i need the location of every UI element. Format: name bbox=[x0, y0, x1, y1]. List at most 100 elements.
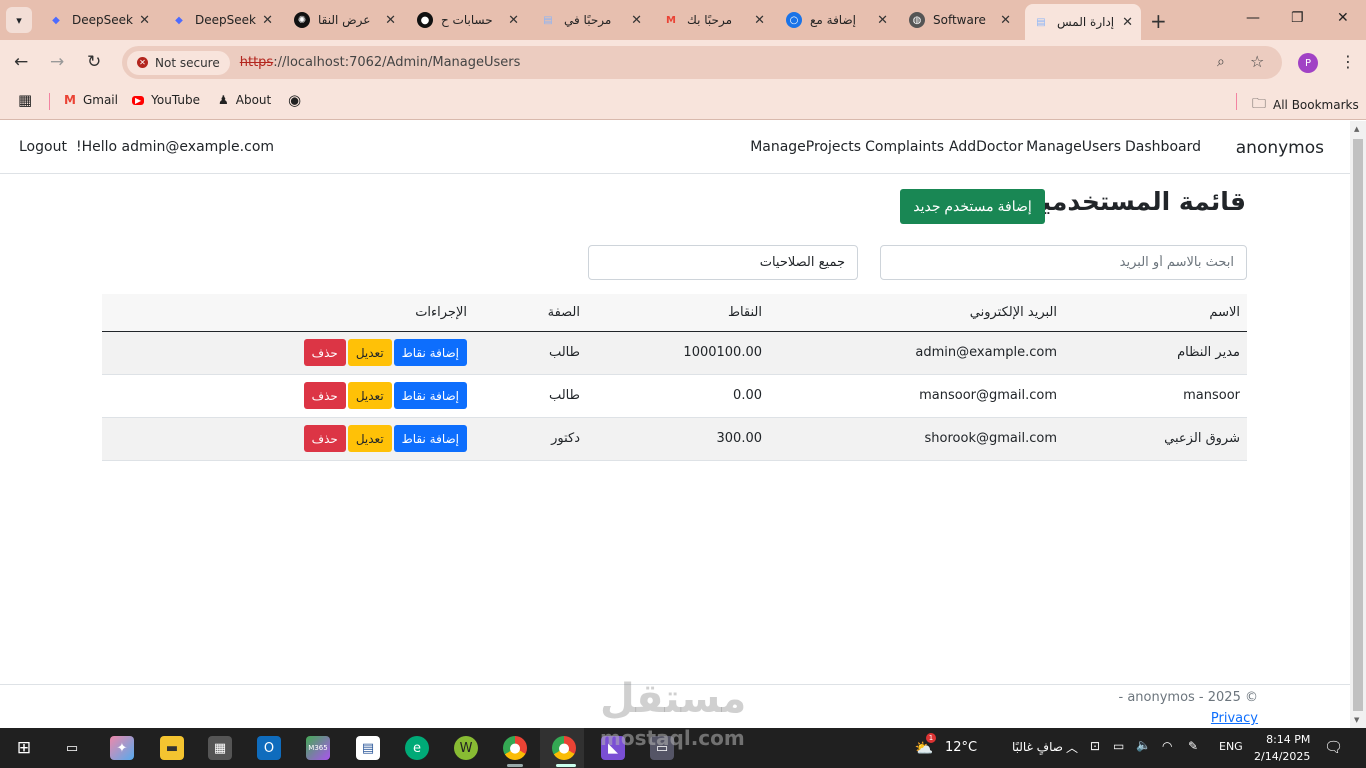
add-points-button[interactable]: إضافة نقاط bbox=[393, 339, 467, 366]
deepseek-icon: ◆ bbox=[175, 14, 183, 26]
bookmark-github[interactable]: ◉ bbox=[288, 91, 301, 109]
logout-link[interactable]: Logout bbox=[19, 139, 67, 155]
volume-icon[interactable]: 🔈 bbox=[1136, 738, 1151, 752]
bookmark-youtube[interactable]: ▶ YouTube bbox=[132, 93, 200, 107]
cell-email: admin@example.com bbox=[769, 331, 1064, 375]
scrollbar-thumb[interactable] bbox=[1353, 139, 1363, 711]
language-indicator[interactable]: ENG bbox=[1219, 740, 1243, 753]
close-icon[interactable]: ✕ bbox=[877, 13, 888, 28]
browser-tab[interactable]: ● حسابات ح ✕ bbox=[409, 6, 527, 34]
edit-button[interactable]: تعديل bbox=[347, 425, 392, 452]
browser-tab[interactable]: ◆ DeepSeek ✕ bbox=[40, 6, 158, 34]
privacy-link[interactable]: Privacy bbox=[1211, 711, 1258, 726]
browser-tab[interactable]: ◆ DeepSeek ✕ bbox=[163, 6, 281, 34]
windows-start-icon[interactable]: ⊞ bbox=[12, 736, 36, 760]
close-window-icon[interactable]: ✕ bbox=[1337, 10, 1349, 26]
delete-button[interactable]: حذف bbox=[303, 339, 346, 366]
browser-tab[interactable]: ○ إضافة مع ✕ bbox=[778, 6, 896, 34]
pen-icon[interactable]: ✎ bbox=[1188, 739, 1198, 753]
browser-tab[interactable]: M مرحبًا بك ✕ bbox=[655, 6, 773, 34]
close-icon[interactable]: ✕ bbox=[262, 13, 273, 28]
outlook-icon[interactable]: O bbox=[257, 736, 281, 760]
page-content: anonymos Dashboard ManageUsers AddDoctor… bbox=[0, 121, 1350, 728]
edit-button[interactable]: تعديل bbox=[347, 339, 392, 366]
close-icon[interactable]: ✕ bbox=[1000, 13, 1011, 28]
browser-tab[interactable]: ◍ Software ✕ bbox=[901, 6, 1019, 34]
close-icon[interactable]: ✕ bbox=[385, 13, 396, 28]
nav-link-manage-users[interactable]: ManageUsers bbox=[1026, 139, 1121, 155]
watermark-logo: مستقل bbox=[600, 676, 747, 722]
tab-title: عرض النقا bbox=[318, 13, 371, 27]
security-chip[interactable]: ✕ Not secure bbox=[127, 50, 230, 75]
battery-icon[interactable]: ▭ bbox=[1113, 739, 1124, 753]
nav-link-dashboard[interactable]: Dashboard bbox=[1125, 139, 1201, 155]
copilot-icon[interactable]: ✦ bbox=[110, 736, 134, 760]
close-icon[interactable]: ✕ bbox=[508, 13, 519, 28]
weather-text[interactable]: صافٍ غالبًا bbox=[1012, 740, 1063, 754]
watermark-subtext: mostaql.com bbox=[600, 726, 745, 750]
weather-temp[interactable]: 12°C bbox=[945, 740, 977, 755]
m365-icon[interactable]: M365 bbox=[306, 736, 330, 760]
apps-icon[interactable]: ▦ bbox=[18, 91, 32, 109]
chrome-icon[interactable]: ● bbox=[503, 736, 527, 760]
store-icon[interactable]: ▦ bbox=[208, 736, 232, 760]
chevron-up-icon[interactable]: ︿ bbox=[1066, 739, 1078, 756]
browser-tab[interactable]: ▤ مرحبًا في ✕ bbox=[532, 6, 650, 34]
delete-button[interactable]: حذف bbox=[303, 425, 346, 452]
restore-icon[interactable]: ❐ bbox=[1291, 10, 1304, 26]
nav-link-complaints[interactable]: Complaints bbox=[865, 139, 944, 155]
tab-title: DeepSeek bbox=[195, 13, 256, 27]
edit-button[interactable]: تعديل bbox=[347, 382, 392, 409]
cell-points: 0.00 bbox=[587, 374, 769, 418]
add-points-button[interactable]: إضافة نقاط bbox=[393, 382, 467, 409]
page-scrollbar[interactable]: ▲ ▼ bbox=[1350, 121, 1366, 728]
browser-tab-active[interactable]: ▤ إدارة المس ✕ bbox=[1025, 4, 1141, 40]
task-view-icon[interactable]: ▭ bbox=[60, 736, 84, 760]
chrome-profile-icon[interactable]: ● bbox=[552, 736, 576, 760]
notification-icon[interactable]: 🗨 bbox=[1324, 738, 1343, 756]
new-tab-icon[interactable]: + bbox=[1150, 9, 1167, 33]
wps-icon[interactable]: W bbox=[454, 736, 478, 760]
file-explorer-icon[interactable]: ▬ bbox=[160, 736, 184, 760]
back-icon[interactable]: ← bbox=[14, 52, 28, 72]
tab-title: إضافة مع bbox=[810, 13, 856, 27]
github-icon: ● bbox=[417, 12, 433, 28]
cell-actions: إضافة نقاط تعديل حذف bbox=[102, 331, 474, 375]
search-input[interactable] bbox=[880, 245, 1247, 280]
profile-avatar[interactable]: P bbox=[1298, 53, 1318, 73]
address-bar[interactable]: ✕ Not secure https://localhost:7062/Admi… bbox=[122, 46, 1282, 79]
camera-icon[interactable]: ⊡ bbox=[1090, 739, 1100, 753]
minimize-icon[interactable]: — bbox=[1246, 10, 1260, 26]
role-filter-select[interactable]: جميع الصلاحيات bbox=[588, 245, 858, 280]
zoom-icon[interactable]: ⌕ bbox=[1217, 54, 1225, 70]
word-icon[interactable]: ▤ bbox=[356, 736, 380, 760]
add-points-button[interactable]: إضافة نقاط bbox=[393, 425, 467, 452]
close-icon[interactable]: ✕ bbox=[1122, 15, 1133, 30]
star-icon[interactable]: ☆ bbox=[1250, 52, 1264, 71]
all-bookmarks[interactable]: 🗀 All Bookmarks bbox=[1252, 93, 1359, 117]
gmail-icon: M bbox=[666, 14, 676, 26]
greeting-link[interactable]: !Hello admin@example.com bbox=[76, 139, 274, 155]
bookmark-about[interactable]: ♟ About bbox=[218, 93, 271, 107]
browser-tab[interactable]: ✺ عرض النقا ✕ bbox=[286, 6, 404, 34]
add-user-button[interactable]: إضافة مستخدم جديد bbox=[900, 189, 1045, 224]
scroll-up-icon[interactable]: ▲ bbox=[1354, 125, 1359, 133]
nav-link-manage-projects[interactable]: ManageProjects bbox=[750, 139, 861, 155]
wifi-icon[interactable]: ◠ bbox=[1162, 739, 1172, 753]
nav-link-add-doctor[interactable]: AddDoctor bbox=[949, 139, 1023, 155]
brand-link[interactable]: anonymos bbox=[1236, 138, 1324, 158]
system-clock[interactable]: 8:14 PM 2/14/2025 bbox=[1254, 731, 1310, 765]
cell-actions: إضافة نقاط تعديل حذف bbox=[102, 417, 474, 461]
scroll-down-icon[interactable]: ▼ bbox=[1354, 716, 1359, 724]
menu-icon[interactable]: ⋮ bbox=[1340, 52, 1356, 71]
tab-search-button[interactable]: ▾ bbox=[6, 7, 32, 33]
reload-icon[interactable]: ↻ bbox=[87, 52, 101, 72]
close-icon[interactable]: ✕ bbox=[631, 13, 642, 28]
edge-icon[interactable]: e bbox=[405, 736, 429, 760]
forward-icon[interactable]: → bbox=[50, 52, 64, 72]
close-icon[interactable]: ✕ bbox=[754, 13, 765, 28]
delete-button[interactable]: حذف bbox=[303, 382, 346, 409]
close-icon[interactable]: ✕ bbox=[139, 13, 150, 28]
url-text[interactable]: https://localhost:7062/Admin/ManageUsers bbox=[240, 55, 521, 70]
bookmark-gmail[interactable]: M Gmail bbox=[64, 93, 118, 107]
